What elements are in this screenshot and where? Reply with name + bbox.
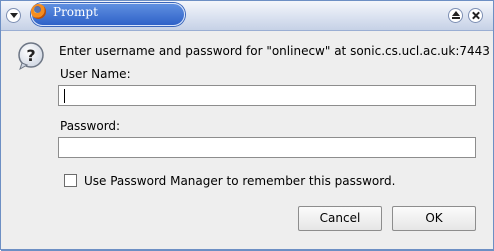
remember-password-label[interactable]: Use Password Manager to remember this pa…	[84, 174, 395, 188]
window-title: Prompt	[53, 5, 98, 19]
password-input[interactable]	[58, 137, 476, 158]
password-label: Password:	[60, 119, 121, 133]
window-menu-icon[interactable]	[6, 8, 21, 23]
ok-button[interactable]: OK	[392, 206, 476, 231]
text-caret	[64, 89, 65, 103]
maximize-icon[interactable]	[448, 8, 463, 23]
close-icon[interactable]	[468, 8, 483, 23]
cancel-button[interactable]: Cancel	[298, 206, 382, 231]
remember-password-checkbox[interactable]	[64, 174, 77, 187]
username-label: User Name:	[60, 67, 131, 81]
firefox-icon	[31, 4, 46, 19]
prompt-message: Enter username and password for "onlinec…	[59, 44, 490, 58]
question-icon: ?	[18, 42, 44, 70]
username-input[interactable]	[58, 85, 476, 106]
svg-text:?: ?	[26, 46, 35, 65]
prompt-window: Prompt ? Enter username and password for…	[0, 0, 494, 251]
title-bar: Prompt	[1, 1, 493, 31]
